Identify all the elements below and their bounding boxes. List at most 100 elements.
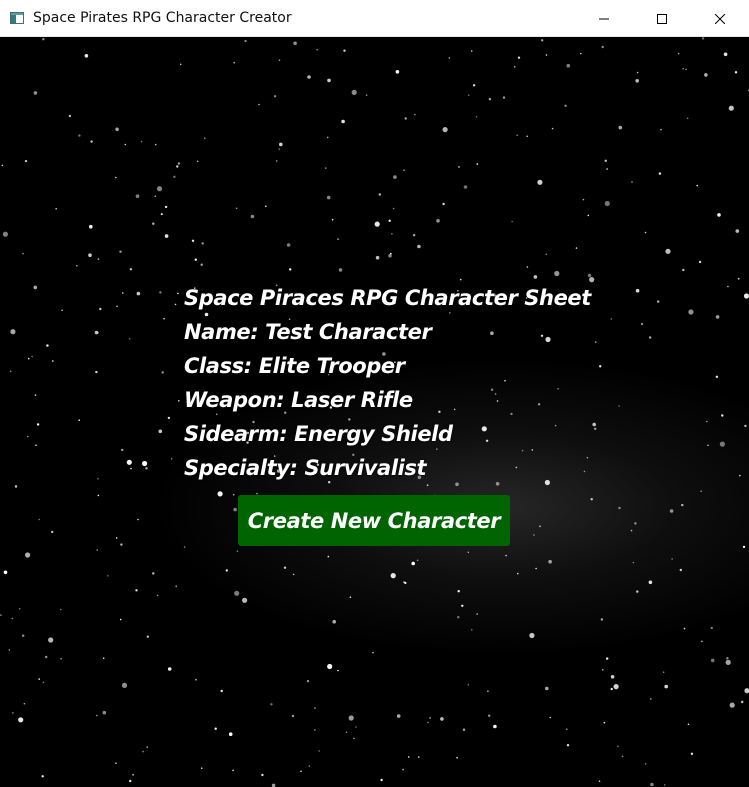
star — [742, 545, 746, 549]
star — [343, 49, 346, 52]
star — [701, 640, 703, 643]
star — [318, 750, 321, 752]
star — [76, 264, 78, 267]
star — [704, 73, 708, 77]
star — [283, 566, 287, 569]
star — [644, 231, 647, 234]
star — [130, 467, 132, 470]
star — [42, 681, 45, 684]
star — [178, 400, 180, 402]
star — [440, 717, 444, 721]
star — [457, 616, 460, 619]
star — [403, 169, 405, 171]
app-window: Space Pirates RPG Character Creator Spac… — [0, 0, 749, 787]
star — [467, 684, 470, 686]
character-class: Class: Elite Trooper — [184, 354, 405, 378]
star — [120, 543, 123, 546]
star — [164, 234, 169, 238]
star — [292, 573, 295, 576]
star — [68, 114, 72, 118]
star — [564, 104, 567, 108]
star — [725, 659, 731, 666]
title-bar[interactable]: Space Pirates RPG Character Creator — [0, 0, 749, 37]
star — [349, 596, 352, 598]
star — [402, 768, 404, 771]
maximize-button[interactable] — [633, 0, 691, 37]
star — [458, 166, 460, 168]
star — [575, 247, 578, 249]
star — [660, 128, 662, 131]
star — [526, 266, 529, 268]
star — [566, 744, 570, 747]
star — [417, 756, 420, 758]
star — [721, 414, 724, 417]
star — [204, 137, 206, 139]
star — [232, 493, 235, 496]
star — [191, 239, 195, 242]
star — [380, 778, 383, 782]
star — [89, 224, 93, 229]
star — [152, 572, 155, 575]
star — [648, 580, 653, 585]
star — [119, 250, 122, 253]
star — [146, 746, 148, 748]
star — [135, 194, 140, 198]
star — [549, 716, 551, 719]
star — [351, 89, 357, 95]
star — [537, 179, 543, 185]
minimize-button[interactable] — [575, 0, 633, 37]
star — [476, 163, 479, 165]
star — [545, 253, 548, 256]
star — [316, 48, 318, 51]
star — [566, 63, 571, 68]
star — [78, 419, 80, 422]
star — [115, 176, 117, 179]
star — [51, 530, 54, 534]
star — [289, 268, 292, 271]
star — [594, 341, 597, 343]
star — [618, 405, 620, 407]
star — [635, 79, 639, 83]
star — [682, 67, 684, 70]
star — [650, 698, 652, 700]
star — [137, 518, 139, 521]
star — [122, 292, 124, 294]
window-title: Space Pirates RPG Character Creator — [33, 10, 292, 26]
star — [270, 703, 273, 706]
star — [258, 103, 260, 106]
star — [3, 570, 8, 575]
star — [476, 613, 479, 615]
star — [393, 175, 397, 179]
star — [728, 105, 734, 111]
star — [261, 773, 264, 777]
star — [12, 712, 14, 714]
star — [687, 723, 690, 726]
star — [22, 252, 24, 255]
star — [107, 575, 109, 577]
star — [461, 604, 464, 607]
star — [327, 663, 333, 670]
star — [291, 714, 295, 718]
star — [388, 253, 392, 258]
star — [723, 52, 728, 57]
star — [173, 175, 176, 178]
star — [126, 459, 132, 465]
star — [25, 552, 31, 558]
app-icon — [9, 10, 25, 26]
create-new-character-button[interactable]: Create New Character — [238, 495, 510, 546]
star — [88, 253, 92, 257]
star — [618, 125, 623, 130]
star — [599, 365, 602, 368]
star — [739, 474, 741, 477]
star — [657, 300, 660, 303]
star — [610, 675, 615, 679]
star — [116, 305, 118, 308]
star — [8, 649, 11, 651]
close-button[interactable] — [691, 0, 749, 37]
star — [160, 212, 164, 216]
star — [194, 258, 197, 261]
star — [175, 585, 177, 587]
star — [273, 95, 277, 98]
star — [471, 629, 473, 631]
star — [650, 782, 654, 787]
